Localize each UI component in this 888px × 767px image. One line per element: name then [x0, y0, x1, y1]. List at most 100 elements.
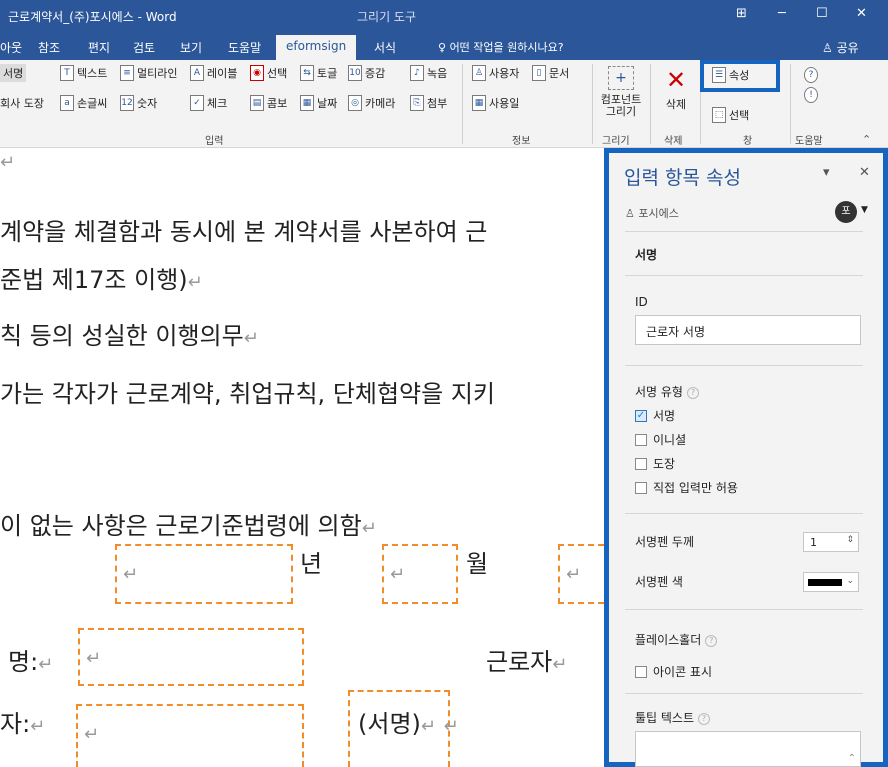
date-button[interactable]: ▦ 날짜 [300, 94, 337, 112]
help-icon[interactable]: ? [686, 386, 699, 399]
text-icon: T [60, 65, 74, 81]
avatar[interactable]: 포 [835, 201, 857, 223]
user-icon: ♙ [472, 65, 486, 81]
multiline-icon: ≡ [120, 65, 134, 81]
group-label-info: 정보 [512, 136, 531, 147]
pen-width-label: 서명펜 두께 [635, 535, 695, 549]
divider [625, 365, 863, 366]
tooltip-label: 툴팁 텍스트? [635, 709, 711, 726]
sig-type-stamp-checkbox[interactable]: 도장 [635, 455, 675, 472]
pen-width-stepper[interactable]: 1 ⇕ [803, 532, 859, 552]
text-button[interactable]: T 텍스트 [60, 64, 107, 82]
signature-button[interactable]: 서명 [0, 64, 27, 82]
checkbox-icon: ✓ [190, 95, 204, 111]
tab-review[interactable]: 검토 [133, 39, 155, 56]
maximize-button[interactable]: ☐ [816, 6, 828, 21]
tab-references[interactable]: 참조 [38, 39, 60, 56]
number-button[interactable]: 12 숫자 [120, 94, 157, 112]
document-button[interactable]: ▯ 문서 [532, 64, 569, 82]
tab-eformsign[interactable]: eformsign [276, 35, 357, 60]
increment-button[interactable]: 10 증감 [348, 64, 385, 82]
separator [462, 64, 463, 144]
context-tab-label: 그리기 도구 [357, 10, 417, 24]
worker-label: 근로자↵ [486, 648, 568, 676]
tab-mailings[interactable]: 편지 [88, 39, 110, 56]
user-date-button[interactable]: ▦ 사용일 [472, 94, 519, 112]
doc-line: 계약을 체결함과 동시에 본 계약서를 사본하여 근 [0, 218, 488, 246]
choose-button[interactable]: ⬚ 선택 [712, 106, 749, 124]
company-stamp-button[interactable]: 회사 도장 [0, 94, 44, 112]
group-label-input: 입력 [205, 136, 224, 147]
tab-format[interactable]: 서식 [374, 39, 396, 56]
draw-component-button[interactable]: + 컴포넌트 그리기 [596, 66, 646, 118]
tell-me-search[interactable]: ♀ 어떤 작업을 원하시나요? [438, 39, 564, 55]
title-bar: 근로계약서_(주)포시에스 - Word 그리기 도구 ⊞ ─ ☐ ✕ [0, 0, 888, 33]
signature-type-label: 서명 유형? [635, 383, 699, 400]
info-icon: ! [804, 87, 818, 103]
person-field[interactable]: ↵ [76, 704, 304, 767]
attach-button[interactable]: ⎘ 첨부 [410, 94, 447, 112]
selection-icon: ⬚ [712, 107, 726, 123]
tab-help[interactable]: 도움말 [228, 39, 261, 56]
id-input[interactable]: 근로자 서명 [635, 315, 861, 345]
share-button[interactable]: ♙ 공유 [822, 39, 859, 56]
doc-line: 가는 각자가 근로계약, 취업규칙, 단체협약을 지키 [0, 380, 496, 408]
record-button[interactable]: ♪ 녹음 [410, 64, 447, 82]
info-button[interactable]: ! [804, 86, 821, 104]
delete-button[interactable]: ✕ 삭제 [656, 66, 696, 112]
document-area[interactable]: ↵ 계약을 체결함과 동시에 본 계약서를 사본하여 근 준법 제17조 이행)… [0, 148, 606, 767]
label-button[interactable]: A 레이블 [190, 64, 237, 82]
user-date-icon: ▦ [472, 95, 486, 111]
panel-dropdown-icon[interactable]: ▾ [823, 165, 830, 180]
day-field[interactable]: ↵ [558, 544, 604, 604]
month-field[interactable]: ↵ [382, 544, 458, 604]
radio-icon: ◉ [250, 65, 264, 81]
close-button[interactable]: ✕ [856, 6, 867, 21]
combo-button[interactable]: ▤ 콤보 [250, 94, 287, 112]
scroll-up-icon[interactable]: ⌃ [848, 753, 856, 764]
document-icon: ▯ [532, 65, 546, 81]
select-button[interactable]: ◉ 선택 [250, 64, 287, 82]
group-label-delete: 삭제 [664, 136, 683, 147]
stepper-arrows-icon[interactable]: ⇕ [846, 535, 854, 545]
tab-view[interactable]: 보기 [180, 39, 202, 56]
microphone-icon: ♪ [410, 65, 424, 81]
properties-highlight [700, 60, 780, 92]
group-label-help: 도움말 [795, 136, 823, 147]
sig-type-signature-checkbox[interactable]: ✓ 서명 [635, 407, 675, 424]
avatar-dropdown-icon[interactable]: ▼ [861, 205, 868, 215]
delete-x-icon: ✕ [665, 66, 687, 94]
show-icon-checkbox[interactable]: 아이콘 표시 [635, 663, 712, 680]
handwriting-button[interactable]: a 손글씨 [60, 94, 107, 112]
sig-type-initial-checkbox[interactable]: 이니셜 [635, 431, 686, 448]
help-icon[interactable]: ? [698, 712, 711, 725]
divider [625, 693, 863, 694]
separator [650, 64, 651, 144]
separator [592, 64, 593, 144]
placeholder-label: 플레이스홀더? [635, 631, 718, 648]
window-title: 근로계약서_(주)포시에스 - Word [8, 10, 177, 24]
year-field[interactable]: ↵ [115, 544, 293, 604]
panel-close-icon[interactable]: ✕ [859, 165, 870, 180]
ribbon-display-icon[interactable]: ⊞ [736, 6, 747, 21]
user-button[interactable]: ♙ 사용자 [472, 64, 519, 82]
tab-layout[interactable]: 아웃 [0, 39, 22, 56]
pen-color-picker[interactable]: ⌄ [803, 572, 859, 592]
minimize-button[interactable]: ─ [778, 6, 786, 21]
sig-type-direct-only-checkbox[interactable]: 직접 입력만 허용 [635, 479, 738, 496]
camera-button[interactable]: ◎ 카메라 [348, 94, 395, 112]
divider [625, 231, 863, 232]
lightbulb-icon: ♀ [438, 41, 447, 54]
multiline-button[interactable]: ≡ 멀티라인 [120, 64, 177, 82]
name-field[interactable]: ↵ [78, 628, 304, 686]
collapse-ribbon-icon[interactable]: ⌃ [862, 130, 871, 148]
check-button[interactable]: ✓ 체크 [190, 94, 227, 112]
attachment-icon: ⎘ [410, 95, 424, 111]
owner-label: ♙ 포시에스 [625, 207, 679, 220]
help-icon[interactable]: ? [705, 634, 718, 647]
separator [790, 64, 791, 144]
tooltip-textarea[interactable]: ⌃ [635, 731, 861, 767]
month-label: 월 [466, 550, 489, 578]
help-button[interactable]: ? [804, 66, 821, 84]
toggle-button[interactable]: ⇆ 토글 [300, 64, 337, 82]
